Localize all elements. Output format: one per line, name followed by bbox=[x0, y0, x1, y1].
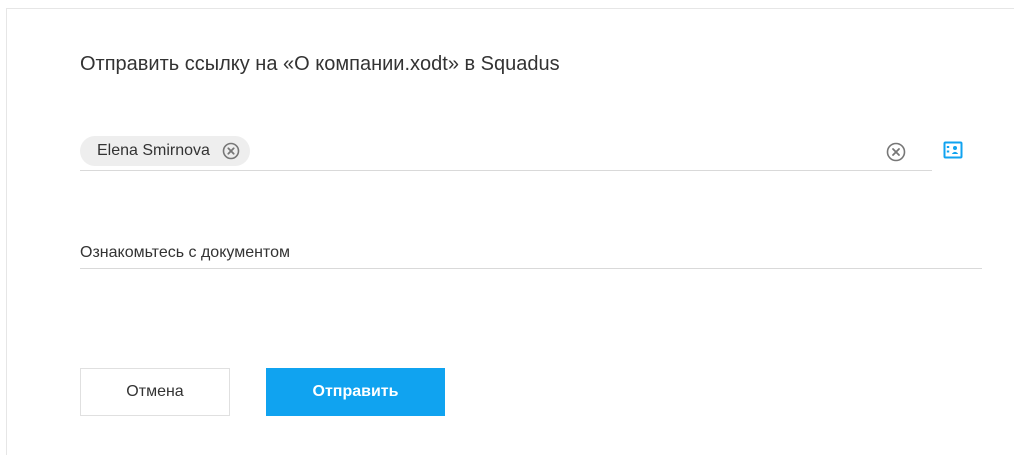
contact-card-icon[interactable] bbox=[943, 141, 963, 159]
cancel-button[interactable]: Отмена bbox=[80, 368, 230, 416]
recipient-chip-label: Elena Smirnova bbox=[97, 142, 210, 159]
message-input[interactable] bbox=[80, 237, 982, 269]
share-dialog: Отправить ссылку на «О компании.xodt» в … bbox=[6, 8, 1014, 455]
clear-recipients-icon[interactable] bbox=[886, 142, 906, 162]
send-button[interactable]: Отправить bbox=[266, 368, 445, 416]
close-circle-icon[interactable] bbox=[222, 142, 240, 160]
recipients-field[interactable]: Elena Smirnova bbox=[80, 130, 932, 171]
recipient-chip: Elena Smirnova bbox=[80, 136, 250, 166]
dialog-title: Отправить ссылку на «О компании.xodt» в … bbox=[80, 53, 560, 75]
